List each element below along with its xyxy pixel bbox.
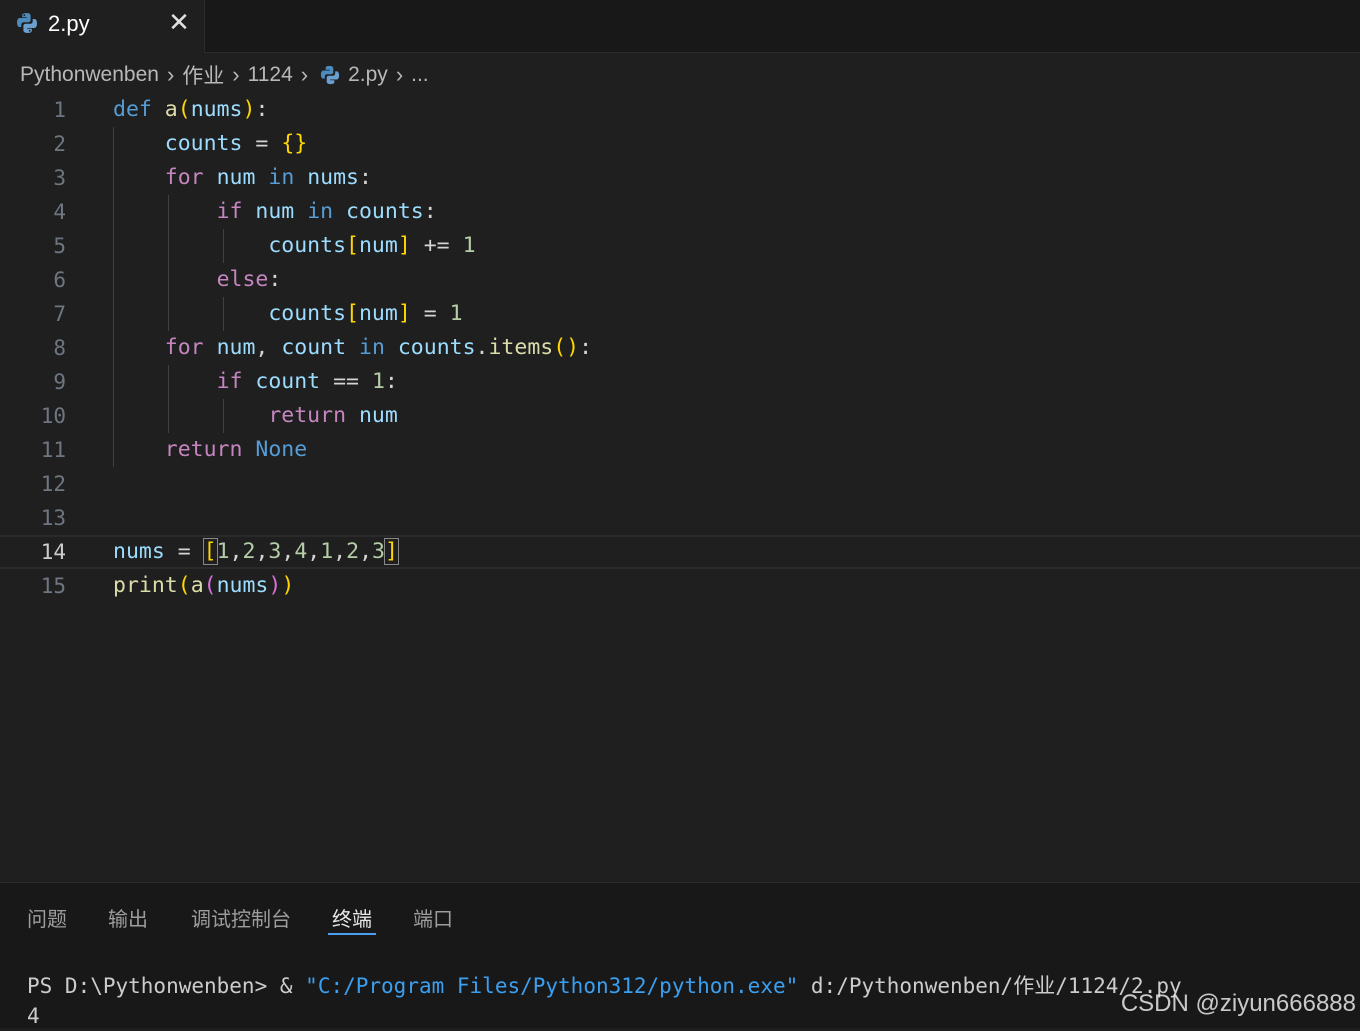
tab-ports[interactable]: 端口	[413, 903, 453, 937]
code-line: 12	[0, 467, 1360, 501]
chevron-right-icon: ›	[395, 62, 404, 87]
watermark: CSDN @ziyun666888	[1120, 990, 1356, 1017]
breadcrumb-item-1124[interactable]: 1124	[248, 63, 293, 87]
code-line: 13	[0, 501, 1360, 535]
line-number: 3	[53, 166, 66, 190]
line-number: 4	[53, 200, 66, 224]
code-line: 4 if num in counts:	[0, 195, 1360, 229]
line-number: 11	[40, 438, 66, 462]
code-text: counts = {}	[164, 131, 308, 156]
chevron-right-icon: ›	[300, 62, 309, 87]
bottom-panel: 问题 输出 调试控制台 终端 端口 PS D:\Pythonwenben> & …	[0, 882, 1360, 1028]
code-text: else:	[216, 267, 282, 292]
code-text: return num	[268, 403, 398, 428]
line-number: 7	[53, 302, 66, 326]
python-icon	[16, 12, 38, 39]
breadcrumb-item-pythonwenben[interactable]: Pythonwenben	[20, 63, 159, 87]
code-text: if count == 1:	[216, 369, 398, 394]
line-number: 12	[40, 472, 66, 496]
terminal-prompt: PS D:\Pythonwenben>	[27, 974, 280, 998]
line-number: 5	[53, 234, 66, 258]
code-text: for num, count in counts.items():	[164, 335, 593, 360]
tab-label: 2.py	[48, 11, 90, 36]
tab-debug-console[interactable]: 调试控制台	[191, 903, 291, 937]
code-line: 7 counts[num] = 1	[0, 297, 1360, 331]
line-number: 13	[40, 506, 66, 530]
editor-tab-2py[interactable]: 2.py ✕	[0, 0, 205, 53]
breadcrumb-item-file[interactable]: 2.py	[348, 63, 388, 87]
tab-output[interactable]: 输出	[108, 903, 148, 937]
code-text: counts[num] += 1	[268, 233, 476, 258]
code-text: print(a(nums))	[113, 573, 295, 598]
chevron-right-icon: ›	[232, 62, 240, 87]
chevron-right-icon: ›	[166, 62, 175, 87]
code-text: return None	[164, 437, 308, 462]
code-line: 15 print(a(nums))	[0, 569, 1360, 603]
code-line: 1 def a(nums):	[0, 93, 1360, 127]
python-icon	[320, 65, 340, 85]
line-number: 1	[53, 98, 66, 122]
line-number: 9	[53, 370, 66, 394]
code-line: 9 if count == 1:	[0, 365, 1360, 399]
code-line: 3 for num in nums:	[0, 161, 1360, 195]
line-number: 15	[40, 574, 66, 598]
terminal-exe-path: "C:/Program Files/Python312/python.exe"	[305, 974, 799, 998]
editor-tab-bar: 2.py ✕	[0, 0, 1360, 53]
terminal-result: 4	[27, 1004, 40, 1028]
code-text: def a(nums):	[113, 97, 269, 122]
active-tab-indicator	[328, 933, 376, 935]
code-line: 10 return num	[0, 399, 1360, 433]
breadcrumb: Pythonwenben › 作业 › 1124 › 2.py › ...	[20, 60, 429, 90]
code-text: counts[num] = 1	[268, 301, 463, 326]
breadcrumb-item-homework[interactable]: 作业	[182, 60, 224, 90]
line-number: 6	[53, 268, 66, 292]
code-line: 11 return None	[0, 433, 1360, 467]
terminal-operator: &	[279, 974, 306, 998]
line-number: 10	[40, 404, 66, 428]
code-line: 8 for num, count in counts.items():	[0, 331, 1360, 365]
code-line: 2 counts = {}	[0, 127, 1360, 161]
breadcrumb-item-symbols[interactable]: ...	[411, 63, 429, 87]
code-text: for num in nums:	[164, 165, 372, 190]
code-line: 5 counts[num] += 1	[0, 229, 1360, 263]
terminal-output[interactable]: PS D:\Pythonwenben> & "C:/Program Files/…	[27, 971, 1182, 1031]
current-code-line: 14 nums = [1,2,3,4,1,2,3]	[0, 535, 1360, 569]
line-number: 14	[40, 540, 66, 564]
code-text: nums = [1,2,3,4,1,2,3]	[113, 538, 399, 565]
code-text: if num in counts:	[216, 199, 437, 224]
tab-problems[interactable]: 问题	[27, 903, 67, 937]
code-line: 6 else:	[0, 263, 1360, 297]
line-number: 2	[53, 132, 66, 156]
code-editor[interactable]: 1 def a(nums): 2 counts = {} 3 for num i…	[0, 93, 1360, 883]
tab-terminal[interactable]: 终端	[328, 903, 376, 937]
close-icon[interactable]: ✕	[165, 8, 193, 36]
line-number: 8	[53, 336, 66, 360]
